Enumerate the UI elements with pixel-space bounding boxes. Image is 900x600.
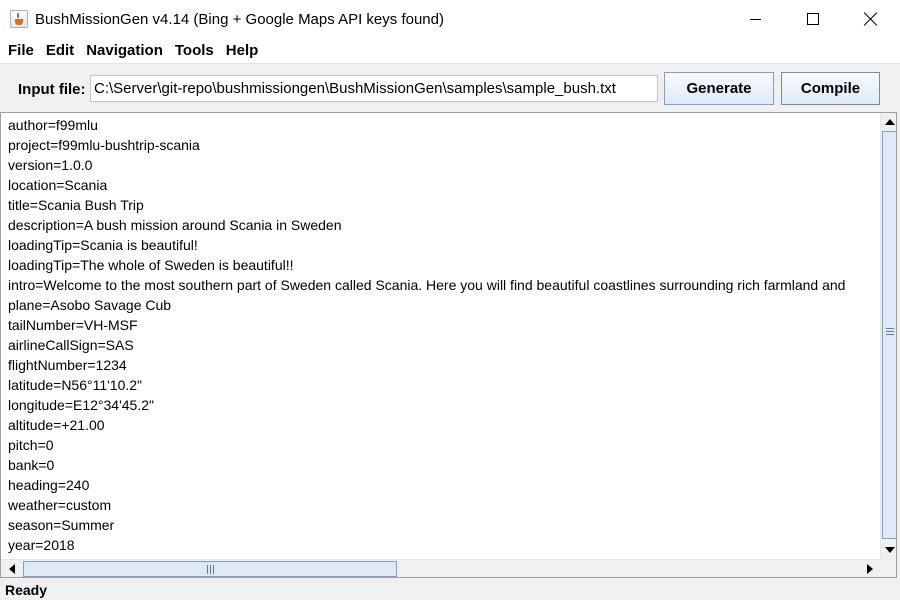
menu-edit[interactable]: Edit	[40, 42, 80, 59]
compile-button[interactable]: Compile	[781, 72, 880, 105]
editor-line: description=A bush mission around Scania…	[8, 217, 342, 233]
scroll-right-button[interactable]	[861, 560, 879, 577]
menu-help[interactable]: Help	[220, 42, 265, 59]
input-file-row: Input file: Generate Compile	[0, 64, 900, 112]
input-file-field[interactable]	[90, 75, 658, 102]
title-bar[interactable]: BushMissionGen v4.14 (Bing + Google Maps…	[0, 0, 900, 38]
editor-line: season=Summer	[8, 517, 115, 533]
editor-line: author=f99mlu	[8, 117, 98, 133]
scroll-down-button[interactable]	[881, 541, 896, 558]
editor-line: heading=240	[8, 477, 90, 493]
editor-line: latitude=N56°11'10.2"	[8, 377, 143, 393]
mission-text-editor[interactable]: author=f99mlu project=f99mlu-bushtrip-sca…	[0, 112, 897, 578]
app-window: BushMissionGen v4.14 (Bing + Google Maps…	[0, 0, 900, 600]
input-file-label: Input file:	[18, 81, 86, 98]
editor-line: bank=0	[8, 457, 55, 473]
status-bar: Ready	[0, 578, 900, 600]
editor-line: airlineCallSign=SAS	[8, 337, 134, 353]
editor-line: location=Scania	[8, 177, 108, 193]
arrow-right-icon	[867, 564, 873, 574]
arrow-down-icon	[884, 546, 895, 553]
editor-line: year=2018	[8, 537, 75, 553]
menu-bar: File Edit Navigation Tools Help	[0, 38, 900, 64]
scrollbar-corner	[880, 559, 896, 577]
editor-line: loadingTip=Scania is beautiful!	[8, 237, 198, 253]
java-app-icon	[10, 10, 28, 28]
editor-line: longitude=E12°34'45.2"	[8, 397, 154, 413]
window-controls	[726, 0, 900, 38]
window-title: BushMissionGen v4.14 (Bing + Google Maps…	[35, 10, 444, 28]
horizontal-scrollbar[interactable]	[1, 559, 880, 577]
editor-line: altitude=+21.00	[8, 417, 105, 433]
editor-line: plane=Asobo Savage Cub	[8, 297, 172, 313]
menu-file[interactable]: File	[2, 42, 40, 59]
vertical-scrollbar[interactable]	[880, 113, 896, 559]
editor-line: pitch=0	[8, 437, 54, 453]
editor-line: intro=Welcome to the most southern part …	[8, 277, 846, 293]
maximize-icon	[807, 13, 819, 25]
maximize-button[interactable]	[784, 0, 842, 38]
grip-icon	[886, 328, 894, 335]
grip-icon	[207, 565, 214, 574]
menu-navigation[interactable]: Navigation	[80, 42, 169, 59]
editor-line: flightNumber=1234	[8, 357, 127, 373]
close-button[interactable]	[842, 0, 900, 38]
editor-line: tailNumber=VH-MSF	[8, 317, 138, 333]
arrow-left-icon	[9, 564, 15, 574]
editor-line: title=Scania Bush Trip	[8, 197, 144, 213]
scroll-left-button[interactable]	[3, 560, 21, 577]
editor-line: loadingTip=The whole of Sweden is beauti…	[8, 257, 294, 273]
minimize-icon	[749, 18, 761, 20]
editor-line: weather=custom	[8, 497, 112, 513]
scroll-up-button[interactable]	[881, 113, 896, 130]
status-text: Ready	[5, 582, 48, 598]
vertical-scroll-thumb[interactable]	[882, 131, 896, 539]
menu-tools[interactable]: Tools	[169, 42, 220, 59]
arrow-up-icon	[884, 118, 895, 125]
minimize-button[interactable]	[726, 0, 784, 38]
editor-line: version=1.0.0	[8, 157, 93, 173]
close-icon	[864, 12, 878, 26]
editor-line: project=f99mlu-bushtrip-scania	[8, 137, 200, 153]
generate-button[interactable]: Generate	[664, 72, 774, 105]
editor-text-area[interactable]: author=f99mlu project=f99mlu-bushtrip-sca…	[8, 115, 879, 559]
horizontal-scroll-thumb[interactable]	[23, 561, 397, 577]
